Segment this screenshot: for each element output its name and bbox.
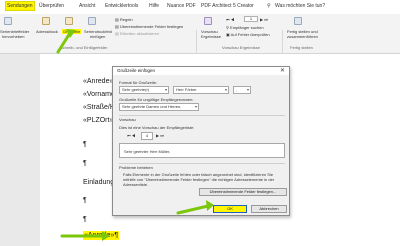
ribbon-ergebnisse[interactable]: Ergebnisse	[201, 34, 221, 39]
record-number-input[interactable]: 1	[244, 16, 258, 22]
ribbon-regeln[interactable]: ▤ Regeln	[115, 17, 133, 22]
dialog-title: Grußzeile einfügen	[117, 68, 156, 73]
doc-pilcrow: ¶	[83, 160, 87, 167]
insert-merge-field-icon	[88, 17, 96, 25]
greeting-preview-box: Sehr geehrter Herr Müller,	[119, 143, 285, 158]
cancel-button[interactable]: Abbrechen	[251, 205, 287, 213]
doc-line-anrede: «Anrede»	[83, 78, 114, 85]
address-block-icon	[42, 17, 50, 25]
doc-pilcrow: ¶	[83, 197, 87, 204]
match-fields-button[interactable]: Übereinstimmende Felder festlegen...	[199, 188, 287, 196]
tab-entwicklertools[interactable]: Entwicklertools	[104, 2, 139, 10]
tab-ansicht[interactable]: Ansicht	[78, 2, 96, 10]
dialog-titlebar[interactable]: Grußzeile einfügen ✕	[113, 67, 289, 75]
group-label-schreiben: Schreib- und Einfügefelder	[60, 45, 108, 50]
ribbon-auf-fehler[interactable]: ▣ Auf Fehler überprüfen	[226, 32, 270, 37]
greeting-line-dialog: Grußzeile einfügen ✕ Format für Grußzeil…	[112, 66, 290, 216]
highlight-fields-icon	[4, 17, 12, 25]
tab-pdf-architect[interactable]: PDF Architect 5 Creator	[200, 2, 255, 10]
ribbon-zusammenfuehren[interactable]: zusammenführen	[287, 34, 318, 39]
ribbon-adressblock[interactable]: Adressblock	[36, 29, 58, 34]
chevron-down-icon: ▾	[246, 87, 249, 92]
tab-ueberpruefen[interactable]: Überprüfen	[38, 2, 65, 10]
tell-me-box[interactable]: Was möchten Sie tun?	[274, 2, 326, 10]
search-help-icon[interactable]: ⚲	[266, 2, 272, 10]
chevron-down-icon: ▾	[194, 104, 197, 109]
problems-section-label: Probleme beheben	[119, 165, 153, 170]
nav-first-icon[interactable]: ⏮ ◀	[127, 133, 135, 138]
greeting-line-icon	[65, 17, 73, 25]
ribbon-tab-bar: Sendungen Überprüfen Ansicht Entwicklert…	[0, 0, 400, 14]
punctuation-select[interactable]: , ▾	[233, 86, 251, 94]
invalid-names-label: Grußzeile für ungültige Empfängernamen:	[119, 97, 194, 102]
ribbon-etiketten[interactable]: ▤ Etiketten aktualisieren	[115, 31, 159, 36]
salutation-select[interactable]: Sehr geehrte(r) ▾	[119, 86, 169, 94]
ribbon-grusszeile-button[interactable]: Grußzeile	[62, 29, 82, 34]
ribbon-felder-festlegen[interactable]: ▤ Übereinstimmende Felder festlegen	[115, 24, 183, 29]
greeting-preview-text: Sehr geehrter Herr Müller,	[124, 149, 171, 154]
tab-nuance[interactable]: Nuance PDF	[166, 2, 197, 10]
chevron-down-icon: ▾	[164, 87, 167, 92]
ribbon-empfaenger-suchen[interactable]: ⚲ Empfänger suchen	[226, 25, 264, 30]
doc-pilcrow: ¶	[83, 216, 87, 223]
ok-button[interactable]: OK	[213, 205, 247, 213]
group-label-fertig: Fertig stellen	[290, 45, 313, 50]
close-icon[interactable]: ✕	[280, 67, 285, 75]
divider	[119, 115, 285, 116]
doc-line-strasse: «Straße/H	[83, 104, 115, 111]
problems-help-text: Falls Elemente in der Grußzeile fehlen o…	[123, 172, 275, 187]
doc-line-anrede-inserted: «Anrede»¶	[83, 231, 120, 240]
preview-list-label: Dies ist eine Vorschau der Empfängerlist…	[119, 125, 195, 130]
doc-pilcrow: ¶	[83, 141, 87, 148]
finish-merge-icon	[294, 17, 302, 25]
chevron-down-icon: ▾	[224, 87, 227, 92]
doc-line-vorname: «Vorname	[83, 91, 115, 98]
invalid-names-select[interactable]: Sehr geehrte Damen und Herren, ▾	[119, 103, 199, 111]
ribbon: Serienbrieffelder hervorheben Adressbloc…	[0, 14, 400, 66]
ribbon-hervorheben[interactable]: hervorheben	[2, 34, 24, 39]
preview-results-icon	[204, 17, 212, 25]
doc-line-plzort: «PLZOrt»	[83, 117, 114, 124]
preview-section-label: Vorschau	[119, 117, 136, 122]
record-number-field[interactable]: 4	[141, 132, 153, 140]
divider	[119, 163, 285, 164]
doc-line-einladung: Einladung	[83, 179, 115, 186]
name-format-select[interactable]: Herr Förber ▾	[173, 86, 229, 94]
record-first-icon[interactable]: ⏮ ◀	[226, 17, 234, 22]
nav-next-icon[interactable]: ▶ ⏭	[156, 133, 164, 138]
record-next-icon[interactable]: ▶ ⏭	[260, 17, 268, 22]
tab-hilfe[interactable]: Hilfe	[148, 2, 160, 10]
format-label: Format für Grußzeile:	[119, 80, 158, 85]
tab-sendungen[interactable]: Sendungen	[5, 1, 35, 11]
group-label-vorschau: Vorschau Ergebnisse	[222, 45, 260, 50]
ribbon-einfuegen[interactable]: einfügen	[90, 34, 105, 39]
